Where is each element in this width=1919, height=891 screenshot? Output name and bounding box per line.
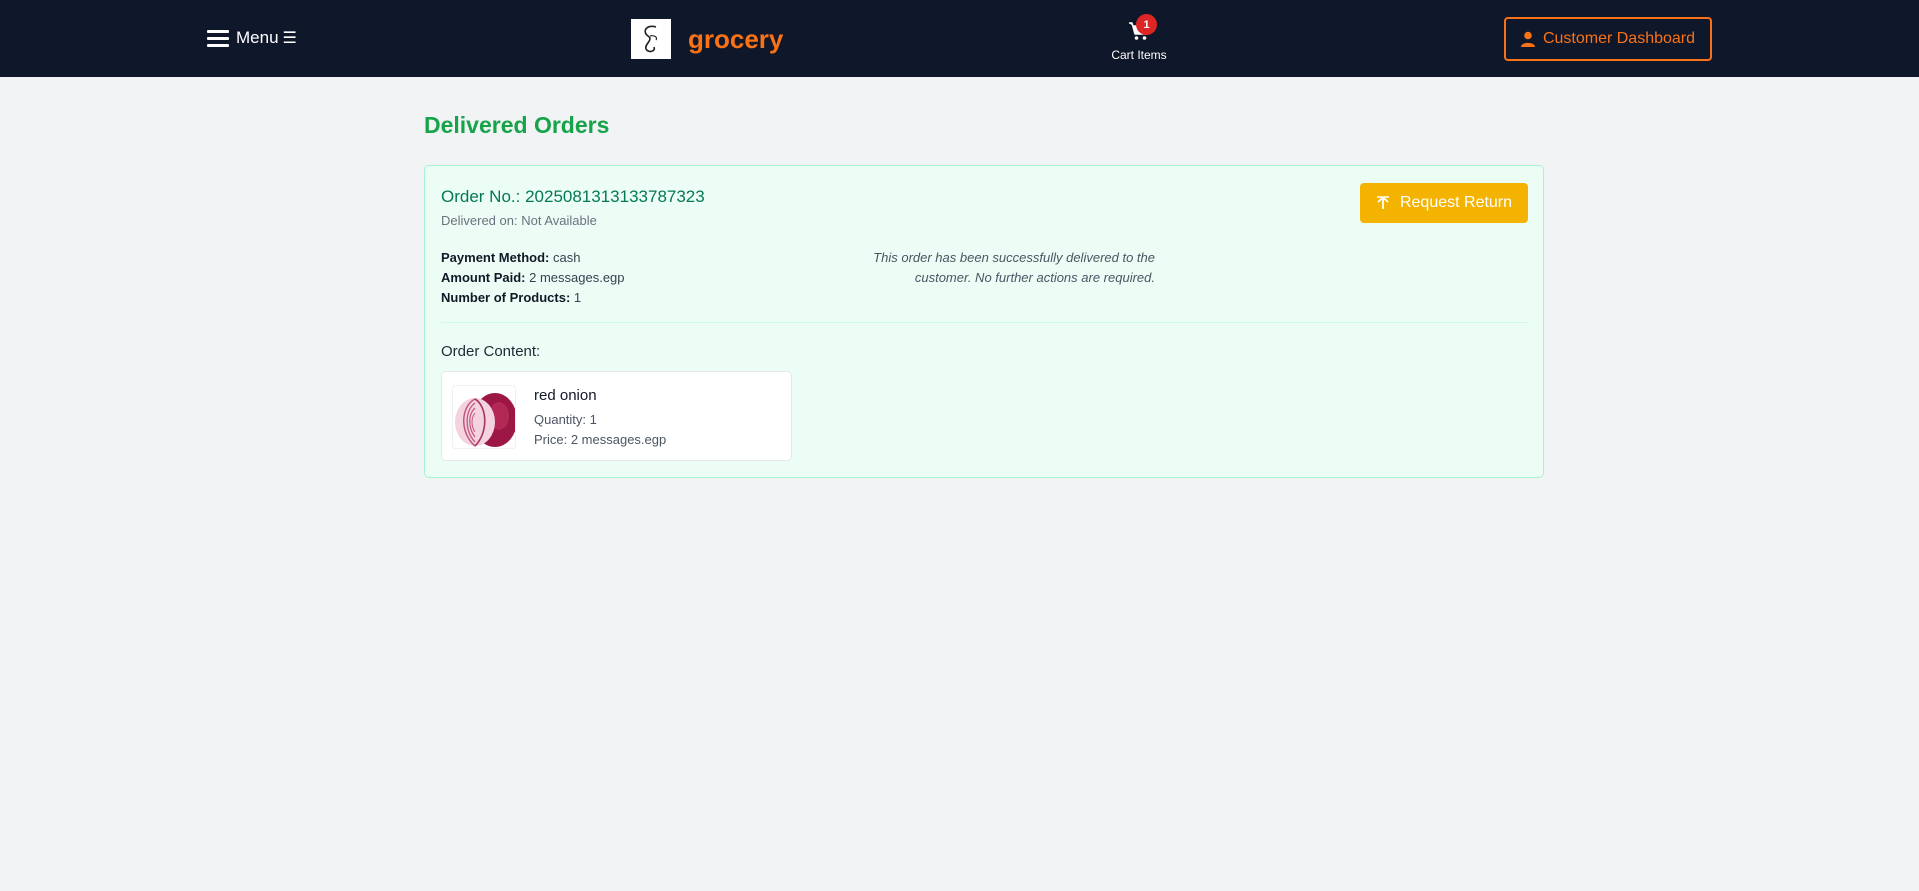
request-return-button[interactable]: Request Return bbox=[1360, 183, 1528, 223]
hamburger-icon bbox=[207, 29, 229, 47]
payment-method-label: Payment Method: bbox=[441, 250, 550, 265]
amount-paid-value: 2 messages.egp bbox=[529, 270, 625, 285]
product-count-row: Number of Products: 1 bbox=[441, 288, 625, 308]
divider bbox=[441, 322, 1528, 323]
red-onion-image bbox=[452, 385, 516, 449]
brand-name: grocery bbox=[688, 23, 784, 54]
logo-mark-icon bbox=[644, 25, 658, 53]
delivery-note: This order has been successfully deliver… bbox=[873, 250, 1155, 285]
product-count-value: 1 bbox=[573, 290, 582, 305]
customer-dashboard-button[interactable]: Customer Dashboard bbox=[1504, 17, 1712, 61]
order-details: Payment Method: cash Amount Paid: 2 mess… bbox=[441, 248, 625, 308]
customer-dashboard-label: Customer Dashboard bbox=[1542, 30, 1696, 47]
page-title: Delivered Orders bbox=[424, 112, 610, 138]
payment-method-value: cash bbox=[552, 250, 581, 265]
user-icon bbox=[1520, 31, 1535, 47]
order-card: Order No.: 2025081313133787323 Delivered… bbox=[424, 165, 1544, 478]
payment-method-row: Payment Method: cash bbox=[441, 248, 625, 268]
cart-count-badge: 1 bbox=[1136, 14, 1157, 35]
product-name: red onion bbox=[534, 387, 597, 404]
product-price: Price: 2 messages.egp bbox=[534, 432, 667, 447]
order-number: Order No.: 2025081313133787323 bbox=[441, 187, 705, 206]
brand[interactable]: grocery bbox=[631, 19, 783, 59]
amount-paid-row: Amount Paid: 2 messages.egp bbox=[441, 268, 625, 288]
amount-paid-label: Amount Paid: bbox=[441, 270, 526, 285]
product-quantity: Quantity: 1 bbox=[534, 412, 597, 427]
arrow-up-icon bbox=[1376, 196, 1389, 209]
order-content-title: Order Content: bbox=[441, 343, 541, 360]
cart-label: Cart Items bbox=[1111, 48, 1167, 62]
product-count-label: Number of Products: bbox=[441, 290, 571, 305]
delivered-date: Delivered on: Not Available bbox=[441, 213, 597, 228]
top-navbar: Menu ☰ grocery 1 Cart Items Customer Das… bbox=[0, 0, 1919, 77]
cart-button[interactable]: 1 Cart Items bbox=[1110, 12, 1168, 64]
menu-button[interactable]: Menu ☰ bbox=[207, 28, 297, 48]
brand-logo bbox=[631, 19, 671, 59]
product-item[interactable]: red onion Quantity: 1 Price: 2 messages.… bbox=[441, 371, 792, 461]
request-return-label: Request Return bbox=[1399, 194, 1513, 211]
menu-label: Menu bbox=[236, 28, 279, 47]
menu-glyph: ☰ bbox=[282, 30, 297, 47]
